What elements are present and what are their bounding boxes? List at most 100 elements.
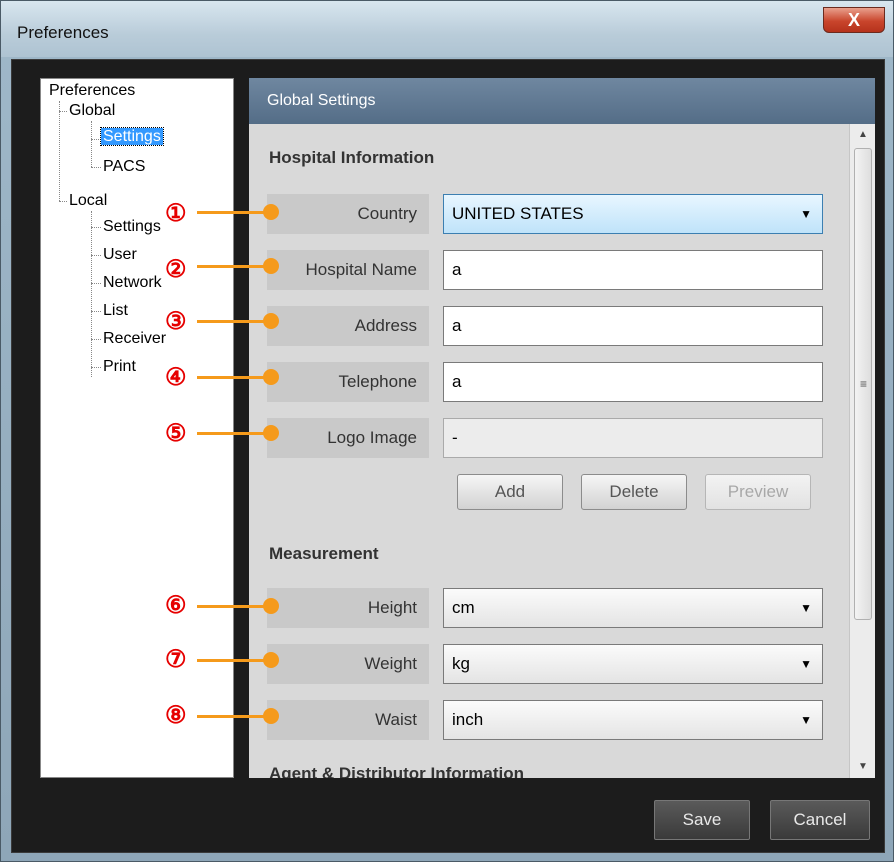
tree-connector <box>91 283 101 284</box>
country-select[interactable]: UNITED STATES ▼ <box>443 194 823 234</box>
tree-node-local-settings[interactable]: Settings <box>103 217 161 237</box>
tree-node-global-settings[interactable]: Settings <box>100 127 164 147</box>
leader-dot <box>263 708 279 724</box>
tree-connector <box>91 121 92 167</box>
tree-node-user[interactable]: User <box>103 245 137 265</box>
leader-line <box>197 605 269 608</box>
preferences-window: Preferences X Preferences Global Setting… <box>0 0 894 862</box>
callout-2: ② <box>165 256 187 283</box>
leader-dot <box>263 369 279 385</box>
hospital-name-input[interactable]: a <box>443 250 823 290</box>
address-input[interactable]: a <box>443 306 823 346</box>
callout-4: ④ <box>165 364 187 391</box>
tree-node-print[interactable]: Print <box>103 357 136 377</box>
tree-connector <box>91 167 101 168</box>
settings-scroll-area[interactable]: Hospital Information Country UNITED STAT… <box>249 124 849 778</box>
tree-root-preferences[interactable]: Preferences <box>49 81 135 101</box>
measurement-heading: Measurement <box>269 544 379 563</box>
scroll-thumb[interactable]: ≡ <box>854 148 872 620</box>
country-label: Country <box>267 194 429 234</box>
callout-1: ① <box>165 200 187 227</box>
tree-node-label: Preferences <box>49 82 136 99</box>
tree-node-label: Settings <box>100 127 164 146</box>
tree-connector <box>91 339 101 340</box>
logo-image-field: - <box>443 418 823 458</box>
weight-label: Weight <box>267 644 429 684</box>
country-value: UNITED STATES <box>452 204 584 223</box>
panel-title: Global Settings <box>249 78 875 124</box>
leader-line <box>197 659 269 662</box>
chevron-down-icon: ▼ <box>800 601 812 615</box>
scroll-up-arrow-icon[interactable]: ▲ <box>850 124 876 146</box>
tree-node-label: Print <box>103 358 136 375</box>
callout-3: ③ <box>165 308 187 335</box>
tree-node-receiver[interactable]: Receiver <box>103 329 166 349</box>
window-title: Preferences <box>17 23 109 42</box>
tree-node-label: Network <box>103 274 162 291</box>
settings-panel: Global Settings Hospital Information Cou… <box>249 78 875 778</box>
tree-connector <box>59 111 67 112</box>
tree-node-pacs[interactable]: PACS <box>103 157 145 177</box>
chevron-down-icon: ▼ <box>800 207 812 221</box>
tree-node-label: Global <box>69 102 116 119</box>
title-bar[interactable]: Preferences X <box>1 1 893 57</box>
save-button[interactable]: Save <box>654 800 750 840</box>
chevron-down-icon: ▼ <box>800 713 812 727</box>
height-label: Height <box>267 588 429 628</box>
vertical-scrollbar[interactable]: ▲ ≡ ▼ <box>849 124 875 778</box>
waist-label: Waist <box>267 700 429 740</box>
callout-6: ⑥ <box>165 592 187 619</box>
tree-node-label: Receiver <box>103 330 167 347</box>
add-logo-button[interactable]: Add <box>457 474 563 510</box>
close-button[interactable]: X <box>823 7 885 33</box>
tree-node-list[interactable]: List <box>103 301 128 321</box>
chevron-down-icon: ▼ <box>800 657 812 671</box>
telephone-input[interactable]: a <box>443 362 823 402</box>
telephone-label: Telephone <box>267 362 429 402</box>
tree-node-network[interactable]: Network <box>103 273 162 293</box>
weight-unit-value: kg <box>452 654 470 673</box>
tree-connector <box>91 311 101 312</box>
leader-line <box>197 376 269 379</box>
callout-7: ⑦ <box>165 646 187 673</box>
hospital-name-label: Hospital Name <box>267 250 429 290</box>
tree-node-label: PACS <box>103 158 146 175</box>
leader-dot <box>263 598 279 614</box>
leader-line <box>197 715 269 718</box>
waist-unit-value: inch <box>452 710 484 729</box>
leader-line <box>197 432 269 435</box>
dialog-body: Preferences Global Settings PACS Local S… <box>11 59 885 853</box>
tree-connector <box>91 211 92 377</box>
tree-node-label: List <box>103 302 128 319</box>
agent-distributor-heading: Agent & Distributor Information <box>269 764 524 778</box>
leader-dot <box>263 258 279 274</box>
leader-dot <box>263 313 279 329</box>
delete-logo-button[interactable]: Delete <box>581 474 687 510</box>
tree-node-label: User <box>103 246 137 263</box>
cancel-button[interactable]: Cancel <box>770 800 870 840</box>
callout-8: ⑧ <box>165 702 187 729</box>
waist-unit-select[interactable]: inch ▼ <box>443 700 823 740</box>
tree-connector <box>59 201 67 202</box>
tree-connector <box>91 139 101 140</box>
leader-line <box>197 211 269 214</box>
tree-node-label: Settings <box>103 218 161 235</box>
scroll-down-arrow-icon[interactable]: ▼ <box>850 756 876 778</box>
leader-dot <box>263 425 279 441</box>
logo-image-label: Logo Image <box>267 418 429 458</box>
callout-5: ⑤ <box>165 420 187 447</box>
hospital-information-heading: Hospital Information <box>269 148 435 167</box>
tree-node-local[interactable]: Local <box>69 191 107 211</box>
tree-node-label: Local <box>69 192 108 209</box>
leader-dot <box>263 204 279 220</box>
height-unit-select[interactable]: cm ▼ <box>443 588 823 628</box>
close-icon: X <box>847 10 860 30</box>
tree-node-global[interactable]: Global <box>69 101 115 121</box>
preferences-tree: Preferences Global Settings PACS Local S… <box>40 78 234 778</box>
tree-connector <box>91 227 101 228</box>
tree-connector <box>59 101 60 201</box>
grip-icon: ≡ <box>860 377 868 391</box>
leader-dot <box>263 652 279 668</box>
weight-unit-select[interactable]: kg ▼ <box>443 644 823 684</box>
tree-connector <box>91 255 101 256</box>
